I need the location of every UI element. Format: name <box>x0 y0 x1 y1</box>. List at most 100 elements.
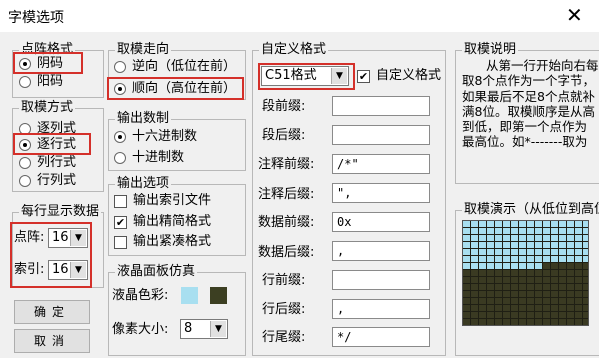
lcd-light-color-swatch[interactable] <box>181 287 198 304</box>
line-end-field[interactable]: */ <box>332 327 430 347</box>
lcd-color-label: 液晶色彩: <box>112 288 169 303</box>
preview-pixel <box>550 248 559 256</box>
chevron-down-icon[interactable]: ▼ <box>210 321 226 337</box>
preview-pixel <box>478 297 487 305</box>
checkbox-tight-format[interactable]: 输出紧凑格式 <box>114 234 244 250</box>
preview-pixel <box>558 297 567 305</box>
preview-pixel <box>542 234 551 242</box>
preview-pixel <box>542 248 551 256</box>
preview-pixel <box>550 311 559 319</box>
preview-pixel <box>566 276 575 284</box>
radio-column-row[interactable]: 列行式 <box>19 155 76 171</box>
data-suffix-field[interactable]: , <box>332 241 430 261</box>
preview-pixel <box>494 311 503 319</box>
preview-pixel <box>582 297 588 305</box>
preview-pixel <box>463 241 471 249</box>
preview-pixel <box>534 283 543 291</box>
preview-pixel <box>526 304 535 312</box>
preview-pixel <box>478 276 487 284</box>
field-label: 行前缀: <box>262 273 306 288</box>
preview-pixel <box>566 262 575 270</box>
preview-pixel <box>494 221 503 228</box>
dot-matrix-preview <box>462 220 589 326</box>
radio-reverse[interactable]: 逆向（低位在前） <box>114 59 244 75</box>
preview-pixel <box>582 276 588 284</box>
lcd-legend: 液晶面板仿真 <box>115 264 198 280</box>
radio-decimal[interactable]: 十进制数 <box>114 150 184 166</box>
preview-pixel <box>502 304 511 312</box>
output-options-legend: 输出选项 <box>115 176 172 192</box>
segment-suffix-field[interactable] <box>332 125 430 145</box>
preview-pixel <box>518 227 527 235</box>
pixel-size-select[interactable]: 8 ▼ <box>180 319 228 339</box>
preview-pixel <box>510 311 519 319</box>
preview-pixel <box>494 262 503 270</box>
preview-pixel <box>574 318 583 325</box>
preview-pixel <box>550 227 559 235</box>
preview-pixel <box>470 269 479 277</box>
preview-pixel <box>478 290 487 298</box>
preview-pixel <box>502 283 511 291</box>
preview-pixel <box>550 269 559 277</box>
field-label: 行后缀: <box>262 302 306 317</box>
dialog-body: 点阵格式 阴码 阳码 取模方式 逐列式 逐行式 列行式 行列式 每行显示数据 点… <box>0 32 599 358</box>
checkbox-compact-format[interactable]: ✔ 输出精简格式 <box>114 214 244 230</box>
comment-prefix-field[interactable]: /*" <box>332 154 430 174</box>
preview-pixel <box>566 290 575 298</box>
line-suffix-field[interactable]: , <box>332 299 430 319</box>
lcd-dark-color-swatch[interactable] <box>210 287 227 304</box>
preview-pixel <box>542 262 551 270</box>
data-prefix-field[interactable]: 0x <box>332 212 430 232</box>
preview-pixel <box>526 297 535 305</box>
custom-format-legend: 自定义格式 <box>259 42 329 58</box>
preview-pixel <box>534 269 543 277</box>
preview-pixel <box>566 234 575 242</box>
checkbox-label: 输出索引文件 <box>133 193 212 208</box>
per-line-legend: 每行显示数据 <box>19 204 102 220</box>
radio-row-column[interactable]: 行列式 <box>19 173 76 189</box>
preview-pixel <box>542 318 551 325</box>
preview-pixel <box>502 297 511 305</box>
checkbox-label: 输出紧凑格式 <box>133 234 212 249</box>
preview-pixel <box>534 311 543 319</box>
preview-pixel <box>582 283 588 291</box>
cancel-button[interactable]: 取消 <box>14 329 90 353</box>
preview-pixel <box>574 262 583 270</box>
radio-positive-code[interactable]: 阳码 <box>19 74 63 90</box>
preview-pixel <box>478 269 487 277</box>
checkbox-box <box>114 235 127 249</box>
preview-pixel <box>526 276 535 284</box>
checkbox-custom-format[interactable]: ✔ 自定义格式 <box>357 68 443 84</box>
preview-pixel <box>463 221 471 228</box>
preview-pixel <box>494 283 503 291</box>
checkbox-index-file[interactable]: 输出索引文件 <box>114 193 244 209</box>
preview-pixel <box>550 241 559 249</box>
ok-button[interactable]: 确定 <box>14 300 90 324</box>
preview-pixel <box>510 255 519 263</box>
preview-pixel <box>558 318 567 325</box>
segment-prefix-field[interactable] <box>332 96 430 116</box>
preview-pixel <box>526 255 535 263</box>
preview-pixel <box>542 304 551 312</box>
preview-pixel <box>502 241 511 249</box>
preview-pixel <box>574 290 583 298</box>
preview-pixel <box>463 262 471 270</box>
preview-pixel <box>526 290 535 298</box>
comment-suffix-field[interactable]: ", <box>332 183 430 203</box>
field-label: 注释前缀: <box>258 157 315 172</box>
preview-pixel <box>574 311 583 319</box>
preview-pixel <box>566 241 575 249</box>
radio-hex[interactable]: 十六进制数 <box>114 129 197 145</box>
preview-pixel <box>566 283 575 291</box>
line-prefix-field[interactable] <box>332 270 430 290</box>
preview-pixel <box>494 276 503 284</box>
field-label: 数据后缀: <box>258 245 315 260</box>
preview-pixel <box>582 248 588 256</box>
preview-pixel <box>558 221 567 228</box>
preview-pixel <box>486 318 495 325</box>
preview-pixel <box>510 241 519 249</box>
preview-pixel <box>502 227 511 235</box>
field-label: 段后缀: <box>262 128 306 143</box>
preview-pixel <box>566 304 575 312</box>
window-title: 字模选项 <box>8 10 64 26</box>
